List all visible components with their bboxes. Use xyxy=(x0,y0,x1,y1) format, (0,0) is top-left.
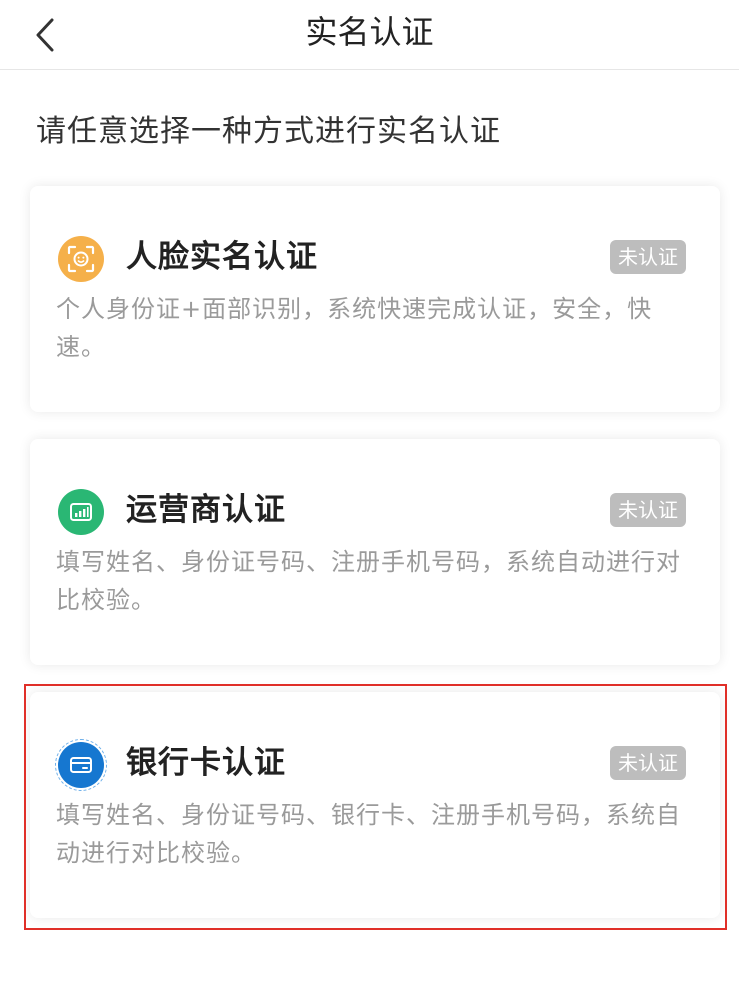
face-verification-title: 人脸实名认证 xyxy=(126,239,318,275)
bank-card-verification-description: 填写姓名、身份证号码、银行卡、注册手机号码，系统自动进行对比校验。 xyxy=(56,801,681,867)
carrier-verification-card[interactable]: 运营商认证 未认证 填写姓名、身份证号码、注册手机号码，系统自动进行对比校验。 xyxy=(30,439,720,665)
carrier-verification-description: 填写姓名、身份证号码、注册手机号码，系统自动进行对比校验。 xyxy=(56,548,681,614)
face-verification-description: 个人身份证+面部识别，系统快速完成认证，安全，快速。 xyxy=(56,295,653,361)
navigation-bar: 实名认证 xyxy=(0,0,739,70)
carrier-verification-status-badge: 未认证 xyxy=(610,493,686,527)
carrier-verification-title: 运营商认证 xyxy=(126,492,286,528)
bank-card-verification-title: 银行卡认证 xyxy=(126,745,286,781)
face-verification-status-badge: 未认证 xyxy=(610,240,686,274)
face-scan-icon xyxy=(58,236,104,282)
page-title: 实名认证 xyxy=(305,13,434,51)
face-verification-card[interactable]: 人脸实名认证 未认证 个人身份证+面部识别，系统快速完成认证，安全，快速。 xyxy=(30,186,720,412)
bank-card-verification-card[interactable]: 银行卡认证 未认证 填写姓名、身份证号码、银行卡、注册手机号码，系统自动进行对比… xyxy=(30,692,720,918)
signal-icon xyxy=(58,489,104,535)
bank-card-verification-status-badge: 未认证 xyxy=(610,746,686,780)
instruction-text: 请任意选择一种方式进行实名认证 xyxy=(36,114,501,149)
bank-card-icon xyxy=(55,739,107,791)
